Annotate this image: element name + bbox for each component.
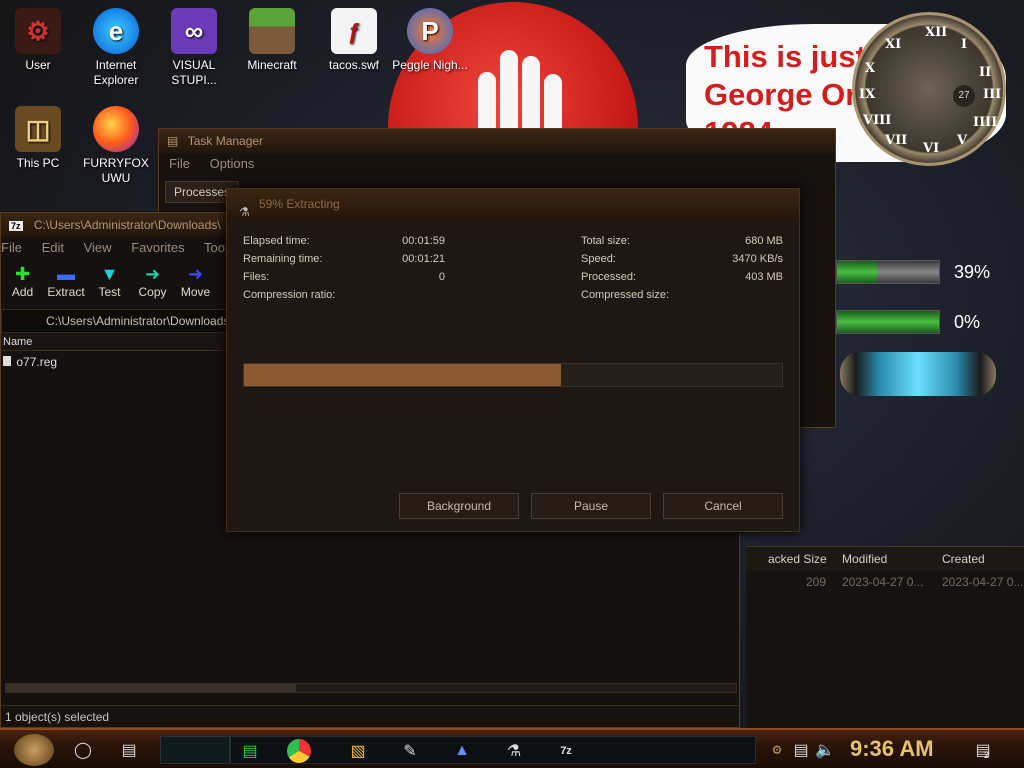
add-button[interactable]: ✚ Add [1,259,44,309]
clock-widget: XII I II III IIII V VI VII VIII IX X XI … [852,12,1006,166]
edge-icon: e [93,8,139,54]
desktop-icon-internet-explorer[interactable]: e Internet Explorer [78,8,154,88]
desktop-icon-tacos-swf[interactable]: ƒ tacos.swf [316,8,392,73]
desktop-icon-visual-studio[interactable]: ∞ VISUAL STUPI... [156,8,232,88]
menu-file[interactable]: File [169,156,190,171]
test-button[interactable]: ▼ Test [88,259,131,309]
app-icon[interactable]: ▲ [447,737,477,765]
move-button[interactable]: ➜ Move [174,259,217,309]
cpu-gauge-label: 39% [954,262,991,282]
task-manager-icon: ▤ [167,134,179,148]
cpu-gauge-fill [837,261,877,283]
desktop-icon-user[interactable]: ⚙ User [0,8,76,73]
cpu-gauge [836,260,940,284]
7zip-icon[interactable]: 7z [551,737,581,765]
reg-file-icon [3,356,11,366]
extract-icon: ▬ [57,264,75,284]
add-icon: ✚ [14,264,31,284]
notification-icon[interactable]: ▤ [968,736,998,764]
desktop-icon-furryfox[interactable]: FURRYFOX UWU [78,106,154,186]
menu-file[interactable]: File [1,240,22,255]
clock-day: 27 [953,85,975,107]
extraction-progress-bar [243,363,783,387]
task-manager-titlebar[interactable]: ▤ Task Manager [159,129,835,153]
desktop-icon-this-pc[interactable]: ◫ This PC [0,106,76,171]
chrome-icon[interactable] [287,739,311,763]
extract-icon: ⚗ [239,205,250,219]
cortana-icon[interactable]: ◯ [68,736,98,764]
column-packed-size[interactable]: acked Size [768,547,827,571]
status-bar: 1 object(s) selected [1,705,739,727]
column-created[interactable]: Created [942,547,985,571]
task-view-icon[interactable]: ▤ [114,736,144,764]
extract-icon[interactable]: ⚗ [499,737,529,765]
taskbar-apps: ▤ ▧ ✎ ▲ ⚗ 7z [230,736,756,764]
desktop-icon-minecraft[interactable]: Minecraft [234,8,310,73]
horizontal-scrollbar[interactable] [5,683,737,693]
extract-button[interactable]: ▬ Extract [44,259,88,309]
notes-icon[interactable]: ▤ [235,737,265,765]
file-explorer-icon[interactable]: ▧ [343,737,373,765]
column-modified[interactable]: Modified [842,547,887,571]
memory-gauge-fill [837,311,939,333]
memory-gauge [836,310,940,334]
scrollbar-thumb[interactable] [6,684,296,692]
start-icon[interactable] [14,734,54,766]
extraction-progress-fill [244,364,562,386]
7zip-icon: 7z [9,221,23,231]
copy-icon: ➜ [144,264,161,284]
capacitor-tube [840,352,996,396]
test-icon: ▼ [100,264,119,284]
move-icon: ➜ [187,264,204,284]
desktop-icon-peggle[interactable]: P Peggle Nigh... [392,8,468,73]
flash-file-icon: ƒ [331,8,377,54]
this-pc-icon: ◫ [15,106,61,152]
copy-button[interactable]: ➜ Copy [131,259,174,309]
column-name[interactable]: Name [1,336,32,348]
volume-muted-icon[interactable]: 🔈 [810,736,840,764]
menu-options[interactable]: Options [210,156,255,171]
taskbar-clock[interactable]: 9:36 AM [850,736,934,762]
extracting-dialog[interactable]: ⚗ 59% Extracting Elapsed time: Remaining… [226,188,800,532]
cancel-button[interactable]: Cancel [663,493,783,519]
menu-edit[interactable]: Edit [42,240,64,255]
menu-favorites[interactable]: Favorites [131,240,184,255]
memory-gauge-label: 0% [954,312,981,332]
menu-view[interactable]: View [84,240,112,255]
notification-count: 2 [984,750,990,760]
paint-icon[interactable]: ✎ [395,737,425,765]
user-icon: ⚙ [15,8,61,54]
visual-studio-icon: ∞ [171,8,217,54]
list-item[interactable]: o77.reg [3,355,57,369]
background-button[interactable]: Background [399,493,519,519]
minecraft-icon [249,8,295,54]
peggle-icon: P [407,8,453,54]
firefox-icon [93,106,139,152]
taskbar: ◯ ▤ ▤ ▧ ✎ ▲ ⚗ 7z ⚙ ▤ 🔈 9:36 AM ▤ 2 [0,728,1024,768]
task-manager-menubar: File Options [159,153,835,175]
pause-button[interactable]: Pause [531,493,651,519]
search-input[interactable] [160,736,230,764]
details-header: acked Size Modified Created [746,547,1024,571]
extracting-dialog-titlebar[interactable]: ⚗ 59% Extracting [227,189,799,219]
file-details-panel: acked Size Modified Created 209 2023-04-… [746,546,1024,728]
